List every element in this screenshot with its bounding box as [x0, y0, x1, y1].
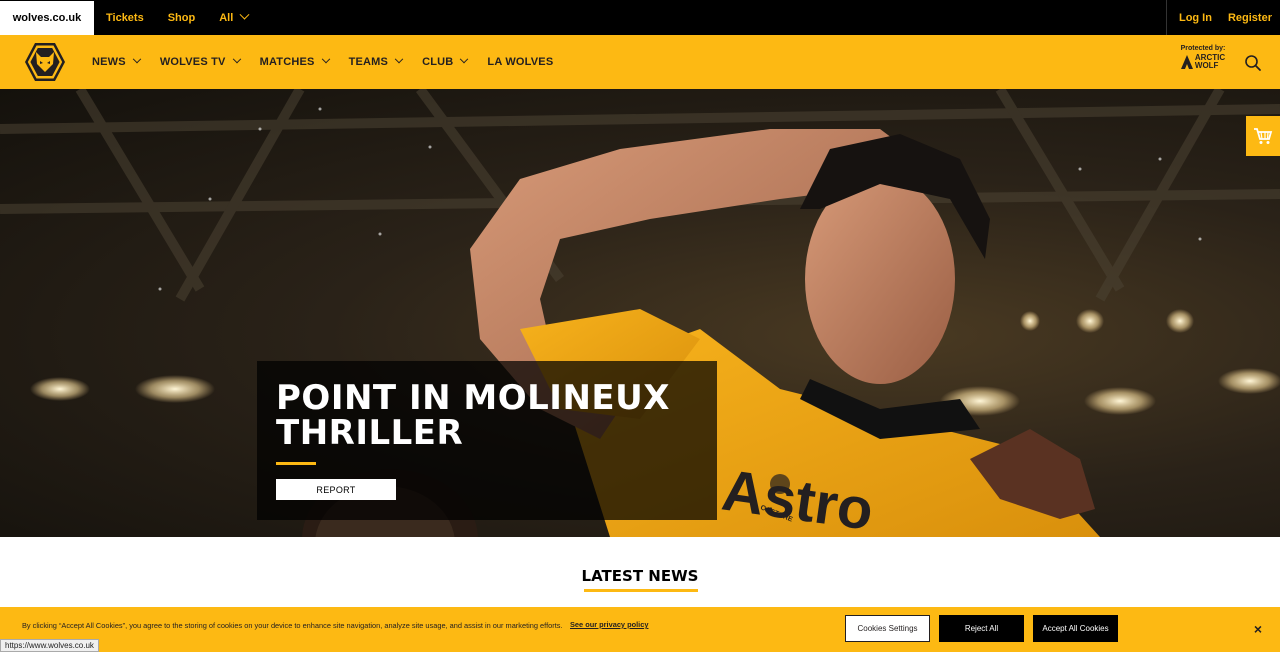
latest-news-section: LATEST NEWS: [0, 537, 1280, 607]
chevron-down-icon: [239, 9, 250, 20]
latest-news-rule: [584, 589, 698, 592]
shopping-cart-icon: [1254, 128, 1273, 144]
nav-club-label: CLUB: [422, 56, 454, 68]
shop-link[interactable]: Shop: [156, 0, 208, 35]
report-button[interactable]: REPORT: [276, 479, 396, 500]
cookies-settings-button[interactable]: Cookies Settings: [845, 615, 930, 642]
privacy-policy-link[interactable]: See our privacy policy: [570, 620, 648, 629]
nav-wolves-tv-label: WOLVES TV: [159, 56, 226, 68]
all-menu-label: All: [219, 11, 234, 24]
search-icon[interactable]: [1244, 54, 1262, 72]
account-links: Log In Register: [1165, 0, 1280, 35]
nav-la-wolves[interactable]: LA WOLVES: [487, 56, 553, 68]
main-nav: NEWS WOLVES TV MATCHES TEAMS CLUB LA WOL…: [0, 35, 1280, 89]
cookie-banner: By clicking “Accept All Cookies”, you ag…: [0, 607, 1280, 652]
close-icon[interactable]: ×: [1250, 621, 1266, 637]
nav-teams-label: TEAMS: [348, 56, 389, 68]
chevron-down-icon: [132, 54, 142, 64]
status-bar-url: https://www.wolves.co.uk: [0, 639, 99, 652]
arctic-wolf-wordmark: ARCTIC WOLF: [1195, 54, 1225, 70]
arctic-wolf-icon: [1180, 55, 1193, 69]
protected-by-label: Protected by:: [1180, 45, 1226, 52]
tickets-link[interactable]: Tickets: [94, 0, 156, 35]
nav-matches-label: MATCHES: [259, 56, 315, 68]
nav-wolves-tv[interactable]: WOLVES TV: [159, 54, 241, 68]
cookie-text: By clicking “Accept All Cookies”, you ag…: [22, 621, 563, 630]
register-link[interactable]: Register: [1220, 12, 1280, 24]
reject-all-button[interactable]: Reject All: [939, 615, 1024, 642]
nav-matches[interactable]: MATCHES: [259, 54, 330, 68]
nav-teams[interactable]: TEAMS: [348, 54, 404, 68]
chevron-down-icon: [394, 54, 404, 64]
hero-headline[interactable]: POINT IN MOLINEUX THRILLER: [276, 381, 696, 451]
site-tab-wolves[interactable]: wolves.co.uk: [0, 0, 94, 35]
nav-news-label: NEWS: [92, 56, 126, 68]
sponsor-arctic-wolf[interactable]: Protected by: ARCTIC WOLF: [1176, 45, 1230, 70]
nav-club[interactable]: CLUB: [422, 54, 469, 68]
hero-caption-box: POINT IN MOLINEUX THRILLER REPORT: [257, 361, 717, 520]
headline-accent-rule: [276, 462, 316, 465]
nav-la-wolves-label: LA WOLVES: [487, 56, 554, 68]
accept-all-cookies-button[interactable]: Accept All Cookies: [1033, 615, 1118, 642]
wolves-crest-logo[interactable]: [24, 42, 66, 82]
nav-news[interactable]: NEWS: [92, 54, 142, 68]
nav-items: NEWS WOLVES TV MATCHES TEAMS CLUB LA WOL…: [92, 35, 573, 89]
latest-news-title: LATEST NEWS: [581, 567, 699, 585]
chevron-down-icon: [232, 54, 241, 64]
utility-bar: wolves.co.uk Tickets Shop All Log In Reg…: [0, 0, 1280, 35]
all-menu[interactable]: All: [207, 0, 260, 35]
arctic-wolf-line2: WOLF: [1194, 61, 1219, 70]
hero-banner[interactable]: Astro CASTORE POINT IN MOLINEUX THRILLER…: [0, 89, 1280, 537]
shop-cart-tab[interactable]: [1246, 116, 1280, 156]
chevron-down-icon: [460, 54, 469, 64]
arctic-wolf-logo: ARCTIC WOLF: [1176, 54, 1230, 70]
chevron-down-icon: [321, 54, 330, 64]
login-link[interactable]: Log In: [1171, 12, 1220, 24]
